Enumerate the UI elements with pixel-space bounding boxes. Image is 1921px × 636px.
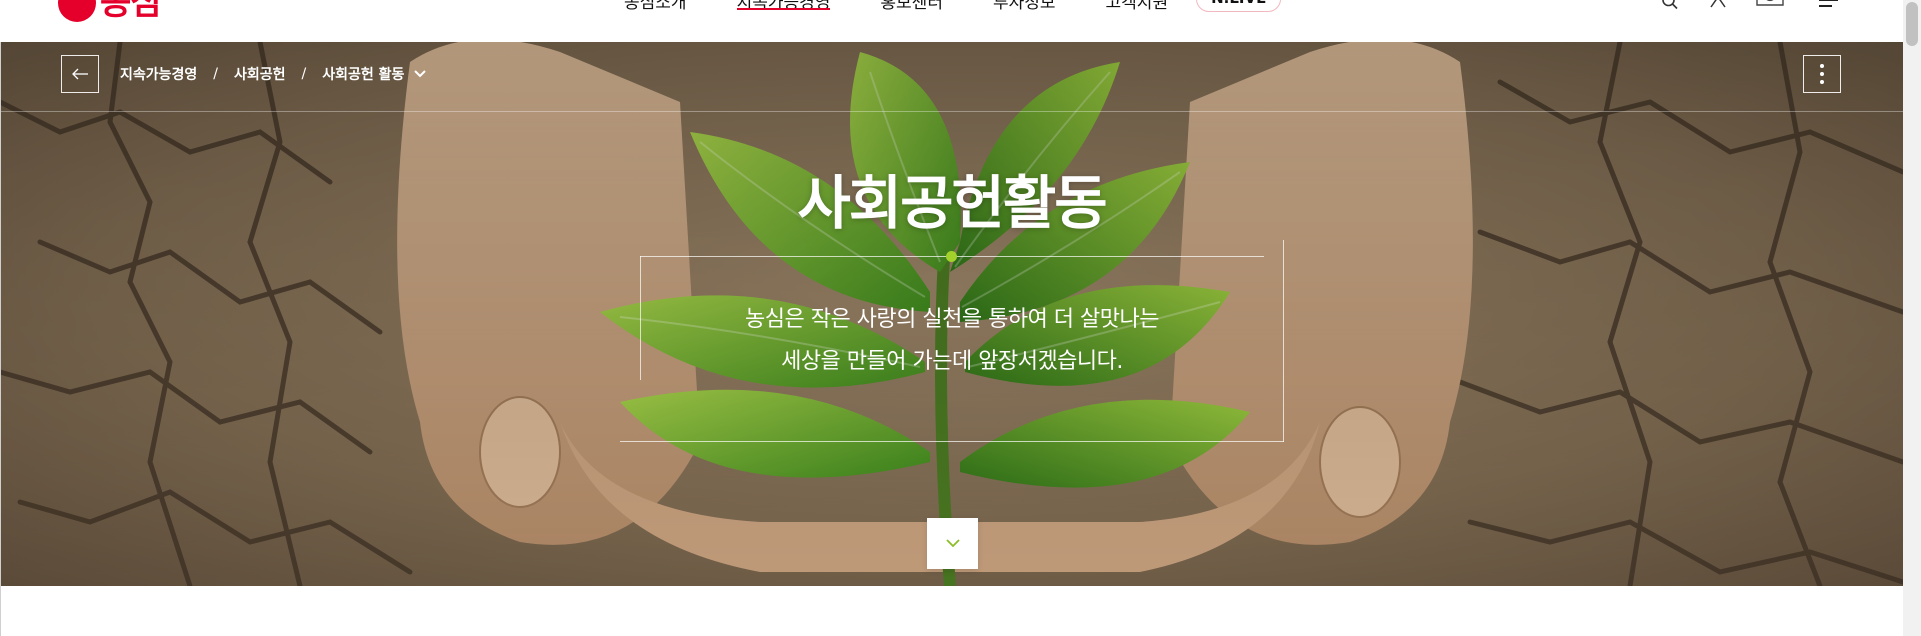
logo-mark-icon	[58, 0, 96, 22]
chevron-down-icon	[945, 539, 960, 548]
breadcrumb-item-social-contribution[interactable]: 사회공헌	[234, 64, 286, 84]
back-button[interactable]	[61, 55, 99, 93]
arrow-left-icon	[72, 68, 88, 80]
breadcrumb-item-current[interactable]: 사회공헌 활동	[322, 64, 404, 84]
logo-text: 농심	[100, 0, 162, 23]
more-dot-icon	[1820, 72, 1824, 76]
hero-description: 농심은 작은 사랑의 실천을 통하여 더 살맛나는 세상을 만들어 가는데 앞장…	[620, 299, 1284, 383]
nav-item-about[interactable]: 농심소개	[624, 0, 687, 16]
vertical-scrollbar[interactable]	[1903, 0, 1921, 636]
more-dot-icon	[1820, 80, 1824, 84]
breadcrumb-item-sustainability[interactable]: 지속가능경영	[120, 64, 197, 84]
accent-dot-icon	[946, 251, 957, 262]
menu-icon[interactable]	[1818, 0, 1840, 14]
more-options-button[interactable]	[1803, 55, 1841, 93]
chevron-down-icon[interactable]	[414, 70, 427, 78]
hero-description-box: 농심은 작은 사랑의 실천을 통하여 더 살맛나는 세상을 만들어 가는데 앞장…	[620, 240, 1284, 498]
page-edge	[0, 42, 1, 636]
site-header: 농심 농심소개 지속가능경영 홍보센터 투자정보 고객지원 N.LIVE	[0, 0, 1903, 42]
nav-item-investor[interactable]: 투자정보	[993, 0, 1056, 16]
frame-line	[620, 441, 1284, 442]
main-nav: 농심소개 지속가능경영 홍보센터 투자정보 고객지원 N.LIVE	[624, 0, 1282, 16]
breadcrumb-separator: /	[213, 66, 218, 82]
hero-visual: 지속가능경영 / 사회공헌 / 사회공헌 활동 사회공헌활동 농심은 작은 사랑…	[0, 42, 1903, 586]
nav-item-customer-support[interactable]: 고객지원	[1106, 0, 1169, 16]
chat-icon[interactable]	[1755, 0, 1785, 14]
logo[interactable]: 농심	[58, 0, 162, 23]
hero-description-line2: 세상을 만들어 가는데 앞장서겠습니다.	[781, 349, 1123, 374]
nav-item-sustainability[interactable]: 지속가능경영	[736, 0, 830, 16]
scrollbar-thumb[interactable]	[1906, 2, 1918, 46]
breadcrumb: 지속가능경영 / 사회공헌 / 사회공헌 활동	[120, 64, 427, 84]
scroll-down-button[interactable]	[927, 518, 978, 569]
nlive-button[interactable]: N.LIVE	[1196, 0, 1282, 12]
user-icon[interactable]	[1708, 0, 1728, 14]
location-bar: 지속가능경영 / 사회공헌 / 사회공헌 활동	[0, 42, 1903, 112]
hero-description-line1: 농심은 작은 사랑의 실천을 통하여 더 살맛나는	[744, 307, 1160, 332]
page-title: 사회공헌활동	[797, 169, 1107, 237]
nav-item-pr-center[interactable]: 홍보센터	[880, 0, 943, 16]
search-icon[interactable]	[1660, 0, 1680, 14]
breadcrumb-separator: /	[301, 66, 307, 82]
more-dot-icon	[1820, 64, 1824, 68]
